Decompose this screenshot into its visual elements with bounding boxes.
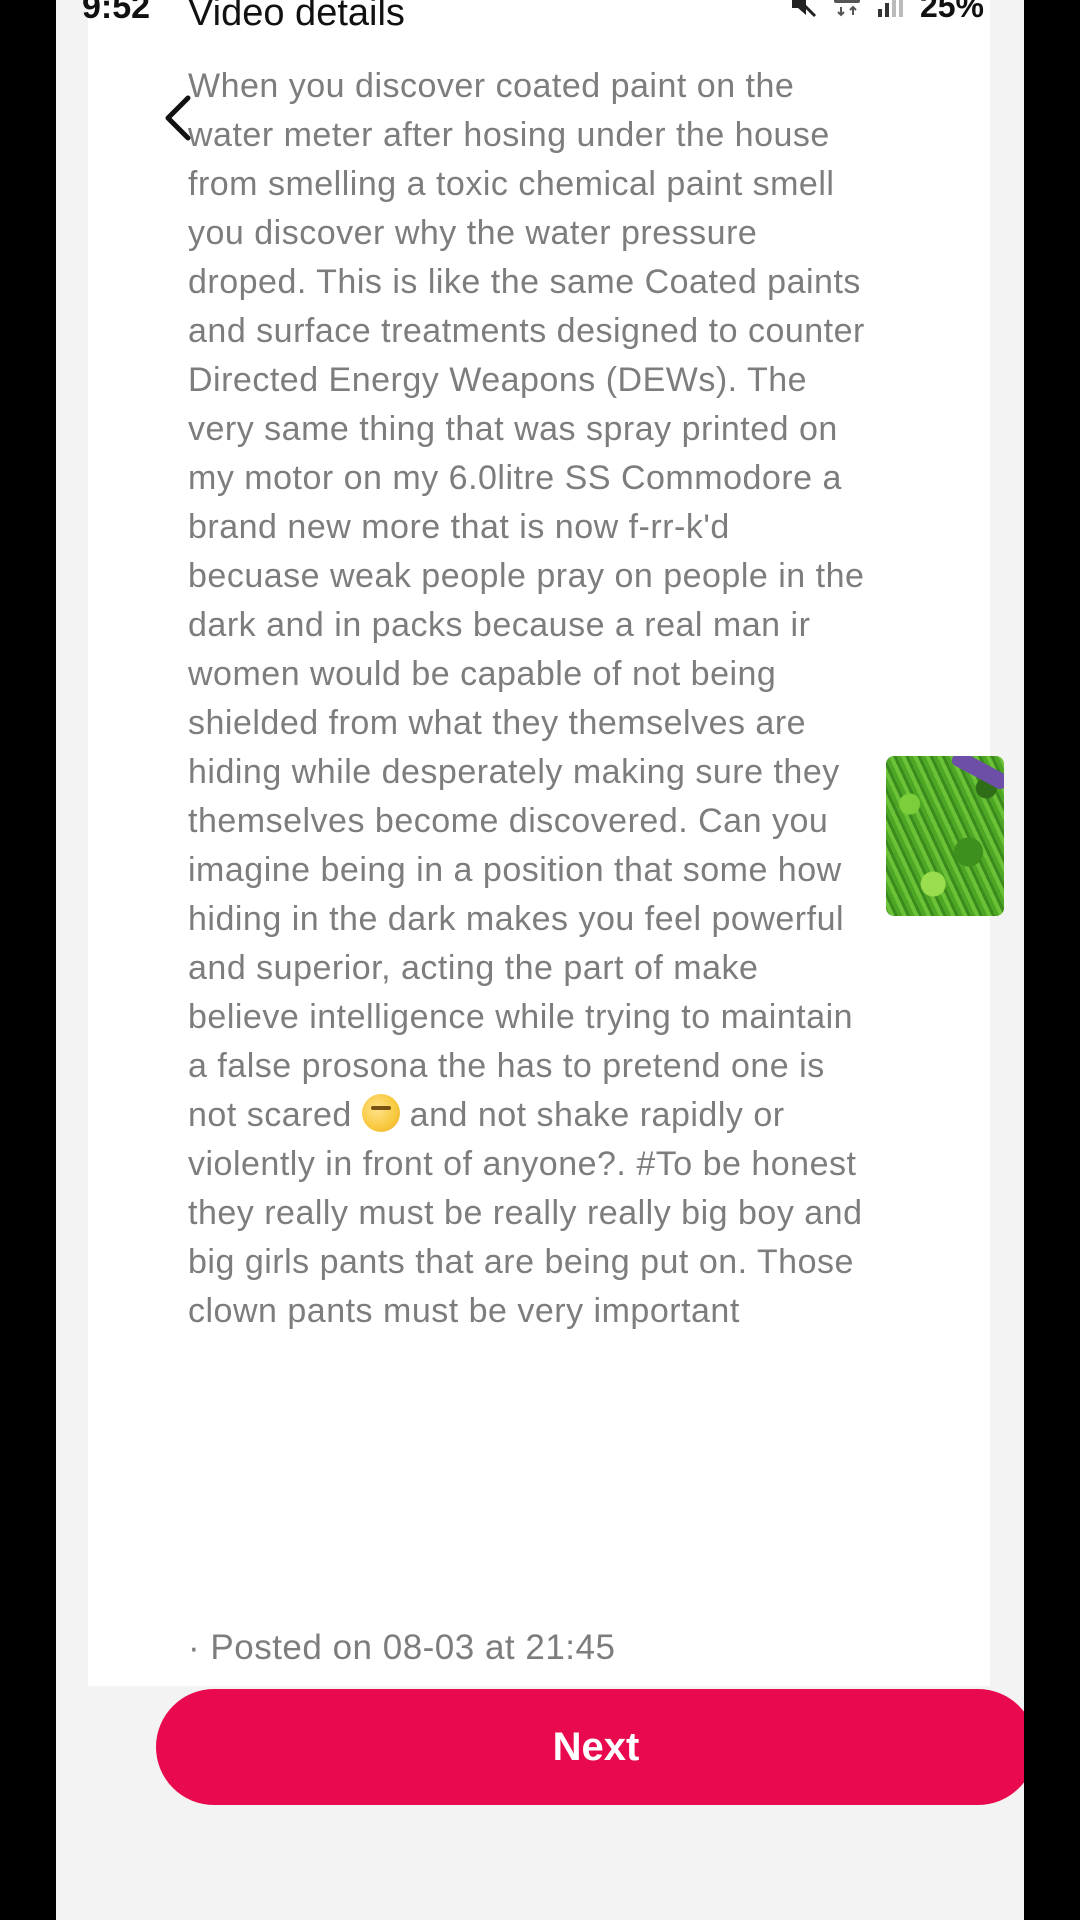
thinking-face-emoji: [361, 1094, 400, 1132]
signal-icon: [876, 0, 906, 24]
mute-icon: [788, 0, 818, 24]
status-time: 9:52: [82, 0, 151, 26]
app-screen: 9:52 25% Video details When you discover…: [56, 0, 1024, 1920]
description-text: When you discover coated paint on the wa…: [188, 67, 875, 1134]
data-icon: [832, 0, 862, 24]
chevron-left-icon: [165, 95, 191, 141]
posted-timestamp: · Posted on 08-03 at 21:45: [188, 1628, 616, 1667]
video-thumbnail[interactable]: [886, 756, 1004, 916]
status-icons: 25%: [788, 0, 984, 25]
back-button[interactable]: [156, 90, 200, 146]
video-description: When you discover coated paint on the wa…: [188, 62, 868, 1336]
battery-level: 25%: [919, 0, 984, 24]
page-title: Video details: [188, 0, 405, 34]
next-button[interactable]: Next: [156, 1689, 1024, 1805]
